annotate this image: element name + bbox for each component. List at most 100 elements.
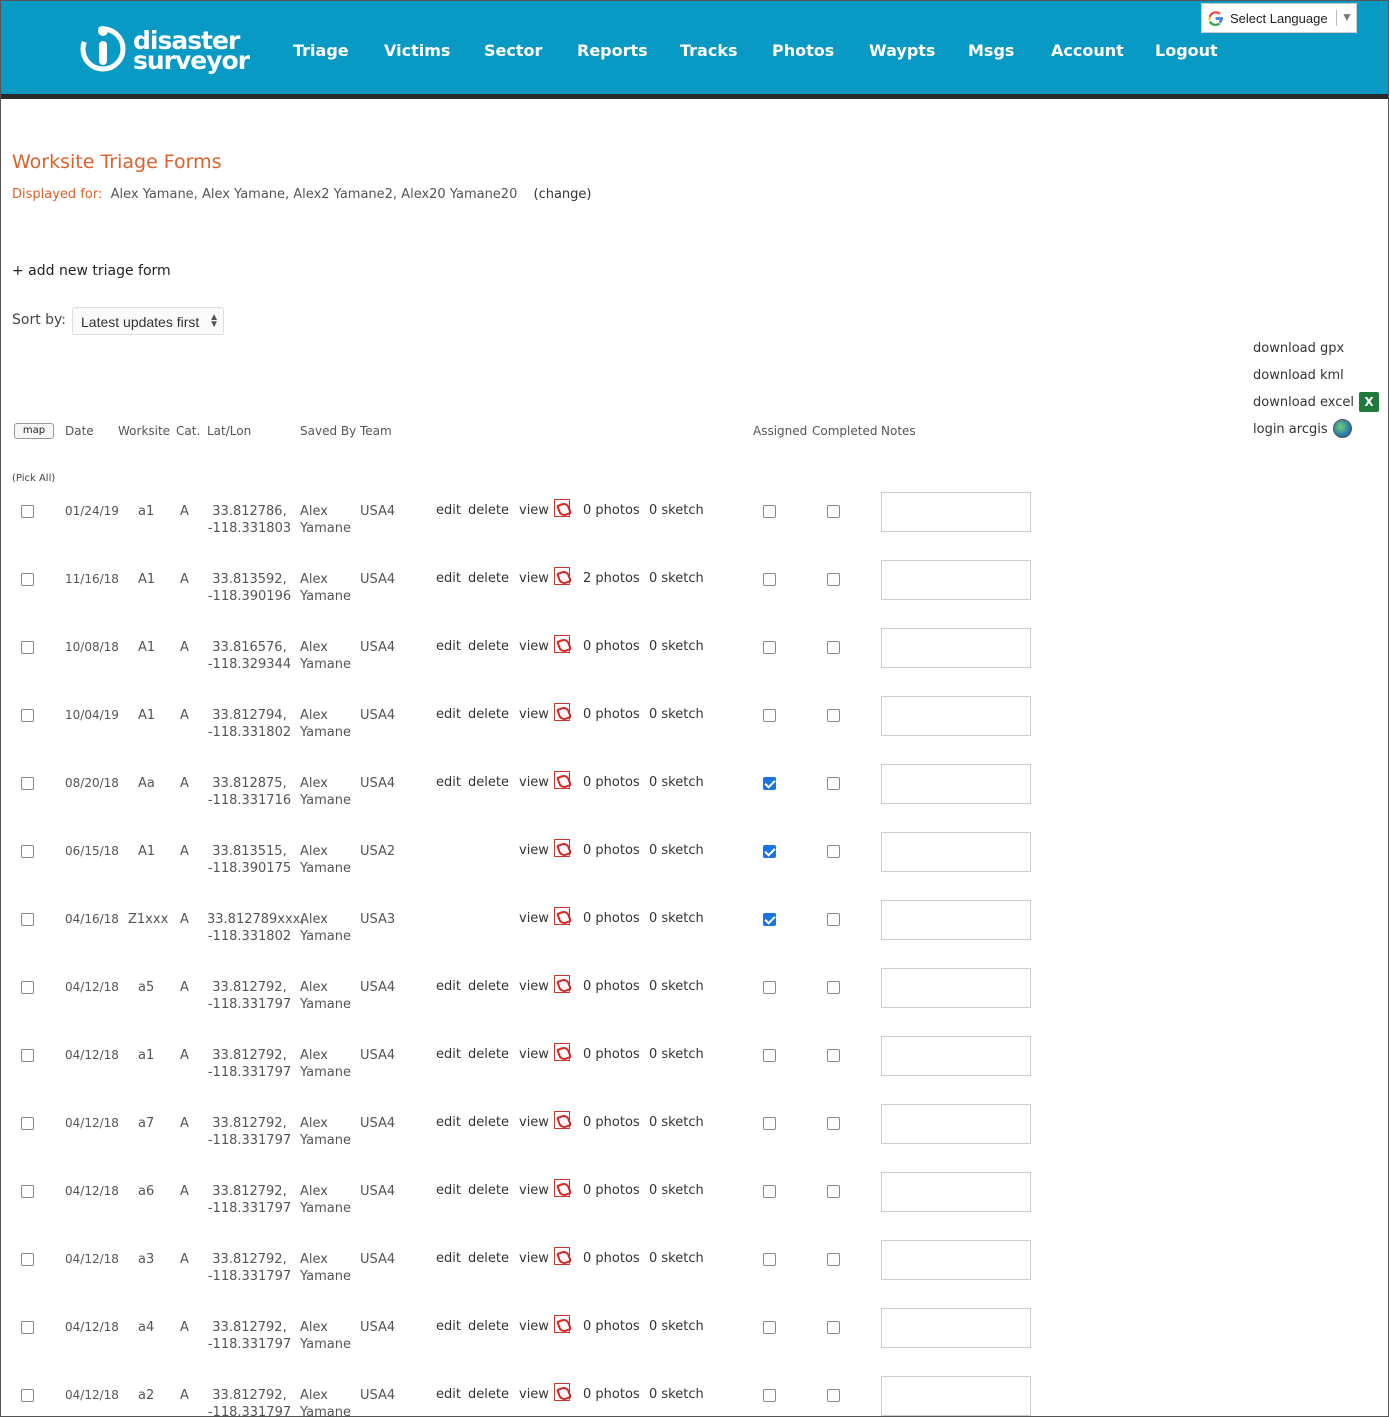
notes-input[interactable] <box>881 1240 1031 1280</box>
pdf-icon[interactable] <box>554 771 570 789</box>
view-link[interactable]: view <box>519 1115 549 1130</box>
assigned-checkbox[interactable] <box>763 845 776 858</box>
assigned-checkbox[interactable] <box>763 1389 776 1402</box>
edit-link[interactable]: edit <box>436 1319 461 1334</box>
pdf-icon[interactable] <box>554 635 570 653</box>
sketch-link[interactable]: 0 sketch <box>649 979 704 994</box>
row-select-checkbox[interactable] <box>21 777 34 790</box>
photos-link[interactable]: 0 photos <box>583 503 640 518</box>
edit-link[interactable]: edit <box>436 1183 461 1198</box>
row-select-checkbox[interactable] <box>21 1117 34 1130</box>
row-select-checkbox[interactable] <box>21 913 34 926</box>
download-kml-link[interactable]: download kml <box>1253 368 1344 383</box>
pick-all-link[interactable]: (Pick All) <box>12 473 55 484</box>
photos-link[interactable]: 0 photos <box>583 1387 640 1402</box>
sketch-link[interactable]: 0 sketch <box>649 639 704 654</box>
notes-input[interactable] <box>881 1376 1031 1416</box>
map-button[interactable]: map <box>14 423 54 439</box>
row-select-checkbox[interactable] <box>21 709 34 722</box>
row-select-checkbox[interactable] <box>21 1049 34 1062</box>
photos-link[interactable]: 0 photos <box>583 707 640 722</box>
notes-input[interactable] <box>881 696 1031 736</box>
view-link[interactable]: view <box>519 1319 549 1334</box>
view-link[interactable]: view <box>519 979 549 994</box>
sketch-link[interactable]: 0 sketch <box>649 911 704 926</box>
login-arcgis-link[interactable]: login arcgis <box>1253 419 1352 438</box>
delete-link[interactable]: delete <box>468 1251 509 1266</box>
nav-logout[interactable]: Logout <box>1155 41 1218 60</box>
pdf-icon[interactable] <box>554 499 570 517</box>
completed-checkbox[interactable] <box>827 1253 840 1266</box>
nav-photos[interactable]: Photos <box>772 41 834 60</box>
nav-sector[interactable]: Sector <box>484 41 542 60</box>
view-link[interactable]: view <box>519 775 549 790</box>
notes-input[interactable] <box>881 628 1031 668</box>
notes-input[interactable] <box>881 1036 1031 1076</box>
pdf-icon[interactable] <box>554 1179 570 1197</box>
pdf-icon[interactable] <box>554 567 570 585</box>
delete-link[interactable]: delete <box>468 707 509 722</box>
completed-checkbox[interactable] <box>827 777 840 790</box>
completed-checkbox[interactable] <box>827 573 840 586</box>
nav-reports[interactable]: Reports <box>577 41 648 60</box>
pdf-icon[interactable] <box>554 975 570 993</box>
completed-checkbox[interactable] <box>827 1185 840 1198</box>
pdf-icon[interactable] <box>554 907 570 925</box>
photos-link[interactable]: 0 photos <box>583 1183 640 1198</box>
row-select-checkbox[interactable] <box>21 1253 34 1266</box>
delete-link[interactable]: delete <box>468 1183 509 1198</box>
sketch-link[interactable]: 0 sketch <box>649 571 704 586</box>
delete-link[interactable]: delete <box>468 1319 509 1334</box>
notes-input[interactable] <box>881 560 1031 600</box>
photos-link[interactable]: 0 photos <box>583 979 640 994</box>
pdf-icon[interactable] <box>554 703 570 721</box>
sketch-link[interactable]: 0 sketch <box>649 1115 704 1130</box>
completed-checkbox[interactable] <box>827 641 840 654</box>
edit-link[interactable]: edit <box>436 571 461 586</box>
edit-link[interactable]: edit <box>436 503 461 518</box>
photos-link[interactable]: 0 photos <box>583 911 640 926</box>
delete-link[interactable]: delete <box>468 979 509 994</box>
completed-checkbox[interactable] <box>827 913 840 926</box>
assigned-checkbox[interactable] <box>763 777 776 790</box>
edit-link[interactable]: edit <box>436 1115 461 1130</box>
row-select-checkbox[interactable] <box>21 845 34 858</box>
assigned-checkbox[interactable] <box>763 1049 776 1062</box>
view-link[interactable]: view <box>519 911 549 926</box>
completed-checkbox[interactable] <box>827 845 840 858</box>
delete-link[interactable]: delete <box>468 1387 509 1402</box>
photos-link[interactable]: 0 photos <box>583 1047 640 1062</box>
photos-link[interactable]: 0 photos <box>583 639 640 654</box>
view-link[interactable]: view <box>519 639 549 654</box>
view-link[interactable]: view <box>519 503 549 518</box>
nav-account[interactable]: Account <box>1051 41 1124 60</box>
completed-checkbox[interactable] <box>827 709 840 722</box>
view-link[interactable]: view <box>519 1047 549 1062</box>
change-users-link[interactable]: (change) <box>534 187 592 202</box>
row-select-checkbox[interactable] <box>21 981 34 994</box>
view-link[interactable]: view <box>519 571 549 586</box>
assigned-checkbox[interactable] <box>763 573 776 586</box>
view-link[interactable]: view <box>519 1387 549 1402</box>
assigned-checkbox[interactable] <box>763 641 776 654</box>
notes-input[interactable] <box>881 1172 1031 1212</box>
edit-link[interactable]: edit <box>436 1251 461 1266</box>
completed-checkbox[interactable] <box>827 1049 840 1062</box>
notes-input[interactable] <box>881 492 1031 532</box>
sketch-link[interactable]: 0 sketch <box>649 707 704 722</box>
notes-input[interactable] <box>881 832 1031 872</box>
row-select-checkbox[interactable] <box>21 1185 34 1198</box>
completed-checkbox[interactable] <box>827 505 840 518</box>
view-link[interactable]: view <box>519 1251 549 1266</box>
pdf-icon[interactable] <box>554 839 570 857</box>
completed-checkbox[interactable] <box>827 1389 840 1402</box>
assigned-checkbox[interactable] <box>763 913 776 926</box>
pdf-icon[interactable] <box>554 1383 570 1401</box>
assigned-checkbox[interactable] <box>763 1253 776 1266</box>
delete-link[interactable]: delete <box>468 1115 509 1130</box>
view-link[interactable]: view <box>519 843 549 858</box>
assigned-checkbox[interactable] <box>763 1117 776 1130</box>
row-select-checkbox[interactable] <box>21 573 34 586</box>
notes-input[interactable] <box>881 968 1031 1008</box>
photos-link[interactable]: 0 photos <box>583 843 640 858</box>
